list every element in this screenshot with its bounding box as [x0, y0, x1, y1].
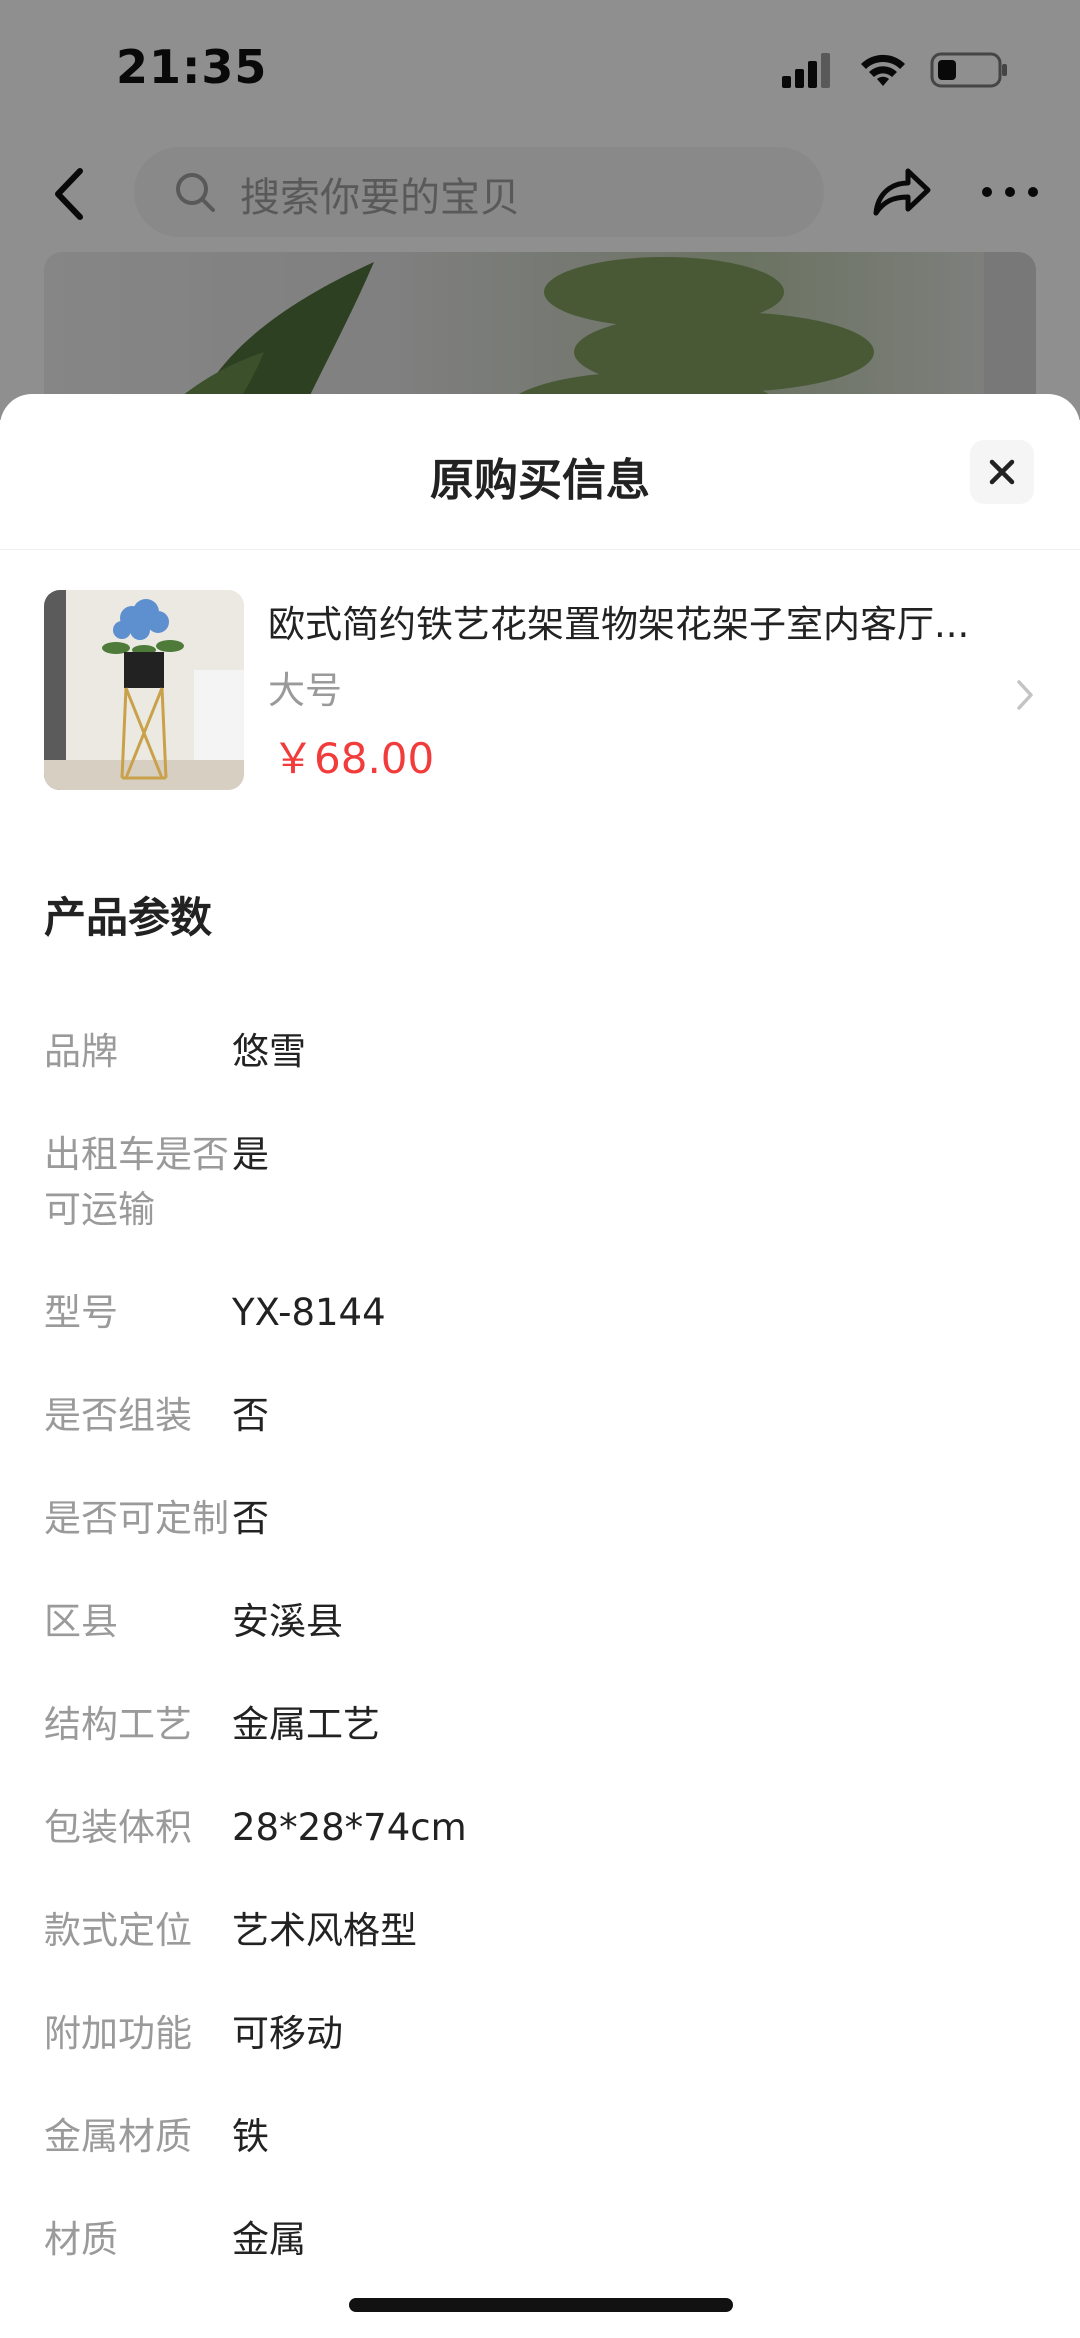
param-value: 悠雪: [232, 1030, 306, 1073]
param-label: 结构工艺: [44, 1703, 192, 1746]
param-label: 品牌: [44, 1030, 118, 1073]
param-value: 28*28*74cm: [232, 1806, 467, 1849]
param-label: 是否组装: [44, 1394, 192, 1437]
param-label: 附加功能: [44, 2012, 192, 2055]
param-label: 材质: [44, 2218, 118, 2261]
param-row: 是否可定制 否: [44, 1491, 1044, 1546]
product-variant: 大号: [268, 669, 342, 712]
param-label: 款式定位: [44, 1909, 192, 1952]
home-indicator[interactable]: [349, 2298, 733, 2312]
close-button[interactable]: [970, 440, 1034, 504]
sheet-header: 原购买信息: [0, 394, 1080, 550]
param-row: 型号 YX-8144: [44, 1285, 1044, 1340]
param-label: 是否可定制: [44, 1497, 229, 1540]
param-row: 结构工艺 金属工艺: [44, 1697, 1044, 1752]
chevron-right-icon: [1017, 680, 1033, 710]
product-params-title: 产品参数: [44, 893, 213, 942]
param-row: 是否组装 否: [44, 1388, 1044, 1443]
param-label: 包装体积: [44, 1806, 192, 1849]
param-value: 否: [232, 1394, 269, 1437]
close-icon: [989, 459, 1015, 485]
param-value: 铁: [232, 2115, 269, 2158]
sheet-title: 原购买信息: [430, 455, 650, 506]
param-value: 金属: [232, 2218, 306, 2261]
param-value: 艺术风格型: [232, 1909, 417, 1952]
param-label: 区县: [44, 1600, 118, 1643]
screen: 21:35 搜索你要的宝贝 原购买信息 欧式简约铁艺花架置物架花架子室内客厅..…: [0, 0, 1080, 2338]
param-value: YX-8144: [232, 1291, 386, 1334]
product-thumbnail: [44, 590, 244, 790]
param-row: 款式定位 艺术风格型: [44, 1903, 1044, 1958]
background-product-page: 21:35 搜索你要的宝贝: [0, 0, 1080, 452]
dim-overlay[interactable]: [0, 0, 1080, 420]
param-label: 型号: [44, 1291, 118, 1334]
param-row: 材质 金属: [44, 2212, 1044, 2267]
param-value: 金属工艺: [232, 1703, 380, 1746]
param-row: 区县 安溪县: [44, 1594, 1044, 1649]
param-value: 否: [232, 1497, 269, 1540]
product-title: 欧式简约铁艺花架置物架花架子室内客厅...: [268, 603, 970, 646]
param-row: 金属材质 铁: [44, 2109, 1044, 2164]
product-card[interactable]: 欧式简约铁艺花架置物架花架子室内客厅... 大号 ￥68.00: [0, 550, 1080, 820]
param-value: 是: [232, 1133, 269, 1176]
param-row: 附加功能 可移动: [44, 2006, 1044, 2061]
param-row: 包装体积 28*28*74cm: [44, 1800, 1044, 1855]
param-value: 可移动: [232, 2012, 343, 2055]
product-price: ￥68.00: [272, 734, 435, 783]
param-row: 出租车是否可运输 是: [44, 1127, 1044, 1237]
flower-stand-image: [44, 590, 244, 790]
param-label: 金属材质: [44, 2115, 192, 2158]
purchase-info-sheet: 原购买信息 欧式简约铁艺花架置物架花架子室内客厅... 大号 ￥68.00 产品…: [0, 394, 1080, 2338]
param-label: 出租车是否可运输: [44, 1133, 229, 1231]
param-value: 安溪县: [232, 1600, 343, 1643]
product-params-list: 品牌 悠雪 出租车是否可运输 是 型号 YX-8144 是否组装 否 是否可定制…: [44, 1024, 1044, 2315]
param-row: 品牌 悠雪: [44, 1024, 1044, 1079]
